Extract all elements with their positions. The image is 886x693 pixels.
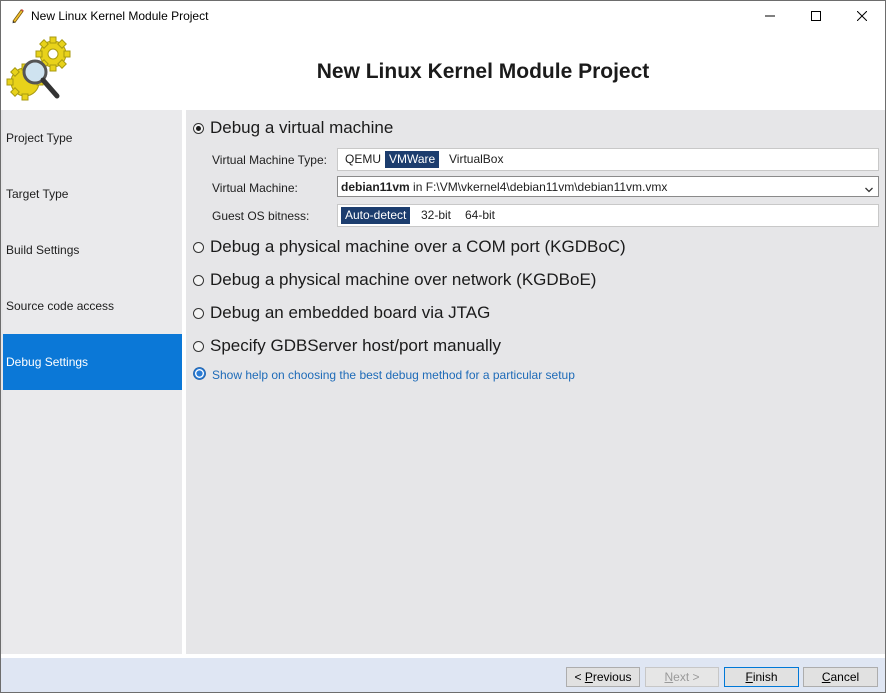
finish-button[interactable]: Finish bbox=[724, 667, 799, 687]
chevron-down-icon bbox=[865, 182, 873, 196]
vm-type-option-qemu[interactable]: QEMU bbox=[341, 151, 385, 168]
cancel-rest: ancel bbox=[830, 670, 860, 684]
debug-settings-panel: Debug a virtual machine Virtual Machine … bbox=[186, 110, 885, 654]
sidebar-item-target-type[interactable]: Target Type bbox=[3, 166, 182, 222]
next-mnemonic: N bbox=[664, 670, 674, 684]
page-title: New Linux Kernel Module Project bbox=[316, 60, 650, 83]
option-label: Debug a physical machine over network (K… bbox=[210, 270, 597, 289]
next-button[interactable]: Next > bbox=[645, 667, 719, 687]
sidebar-item-label: Source code access bbox=[6, 299, 115, 313]
next-rest: ext > bbox=[673, 670, 700, 684]
sidebar-item-label: Project Type bbox=[6, 131, 73, 145]
previous-mnemonic: P bbox=[584, 670, 593, 684]
vm-type-selector: QEMU VMWare VirtualBox bbox=[337, 148, 879, 171]
vm-type-label: Virtual Machine Type: bbox=[212, 153, 327, 167]
help-row: Show help on choosing the best debug met… bbox=[193, 367, 575, 383]
vm-dropdown[interactable]: debian11vm in F:\VM\vkernel4\debian11vm\… bbox=[337, 176, 879, 197]
vm-name: debian11vm bbox=[341, 180, 410, 194]
option-label: Debug an embedded board via JTAG bbox=[210, 303, 491, 322]
radio-button[interactable] bbox=[193, 307, 204, 319]
previous-rest: revious bbox=[592, 670, 632, 684]
option-label: Specify GDBServer host/port manually bbox=[210, 336, 502, 355]
vm-type-option-vmware[interactable]: VMWare bbox=[385, 151, 440, 168]
option-debug-jtag[interactable]: Debug an embedded board via JTAG bbox=[193, 302, 490, 324]
option-label: Debug a physical machine over a COM port… bbox=[210, 237, 626, 256]
bitness-selector: Auto-detect 32-bit 64-bit bbox=[337, 204, 879, 227]
bitness-row: Guest OS bitness: Auto-detect 32-bit 64-… bbox=[186, 203, 885, 229]
sidebar-item-source-code-access[interactable]: Source code access bbox=[3, 278, 182, 334]
sidebar-item-debug-settings[interactable]: Debug Settings bbox=[3, 334, 182, 390]
sidebar-item-label: Build Settings bbox=[6, 243, 80, 257]
vm-type-row: Virtual Machine Type: QEMU VMWare Virtua… bbox=[186, 147, 885, 173]
bitness-option-auto[interactable]: Auto-detect bbox=[341, 207, 411, 224]
vm-label: Virtual Machine: bbox=[212, 181, 298, 195]
wizard-window: New Linux Kernel Module Project New Linu… bbox=[0, 0, 886, 693]
vm-row: Virtual Machine: debian11vm in F:\VM\vke… bbox=[186, 175, 885, 201]
close-button[interactable] bbox=[839, 1, 885, 32]
sidebar-item-build-settings[interactable]: Build Settings bbox=[3, 222, 182, 278]
finish-rest: inish bbox=[752, 670, 778, 684]
close-icon bbox=[856, 10, 868, 24]
maximize-button[interactable] bbox=[793, 1, 839, 32]
help-icon bbox=[193, 367, 206, 383]
pencil-icon bbox=[10, 8, 26, 24]
bitness-option-64[interactable]: 64-bit bbox=[461, 207, 499, 224]
bitness-label: Guest OS bitness: bbox=[212, 209, 310, 223]
option-gdbserver-manual[interactable]: Specify GDBServer host/port manually bbox=[193, 335, 501, 357]
help-link[interactable]: Show help on choosing the best debug met… bbox=[212, 368, 575, 382]
wizard-sidebar: Project Type Target Type Build Settings … bbox=[3, 110, 182, 654]
title-bar: New Linux Kernel Module Project bbox=[1, 1, 885, 32]
radio-button[interactable] bbox=[193, 122, 204, 134]
window-title: New Linux Kernel Module Project bbox=[31, 9, 209, 23]
sidebar-item-project-type[interactable]: Project Type bbox=[3, 110, 182, 166]
previous-button[interactable]: < Previous bbox=[566, 667, 640, 687]
radio-button[interactable] bbox=[193, 241, 204, 253]
wizard-footer: < Previous Next > Finish Cancel bbox=[1, 658, 885, 692]
sidebar-item-label: Target Type bbox=[6, 187, 69, 201]
bitness-option-32[interactable]: 32-bit bbox=[417, 207, 455, 224]
radio-button[interactable] bbox=[193, 274, 204, 286]
minimize-button[interactable] bbox=[747, 1, 793, 32]
cancel-mnemonic: C bbox=[821, 670, 831, 684]
wizard-header: New Linux Kernel Module Project bbox=[1, 32, 885, 110]
vm-path: in F:\VM\vkernel4\debian11vm\debian11vm.… bbox=[409, 180, 668, 194]
maximize-icon bbox=[811, 10, 821, 24]
cancel-button[interactable]: Cancel bbox=[803, 667, 878, 687]
option-label: Debug a virtual machine bbox=[210, 118, 394, 137]
minimize-icon bbox=[765, 10, 775, 24]
option-debug-network[interactable]: Debug a physical machine over network (K… bbox=[193, 269, 596, 291]
vm-value: debian11vm in F:\VM\vkernel4\debian11vm\… bbox=[341, 180, 667, 194]
vm-type-option-virtualbox[interactable]: VirtualBox bbox=[445, 151, 507, 168]
finish-mnemonic: F bbox=[745, 670, 753, 684]
sidebar-item-label: Debug Settings bbox=[6, 355, 89, 369]
option-debug-vm[interactable]: Debug a virtual machine bbox=[193, 117, 393, 139]
option-debug-com[interactable]: Debug a physical machine over a COM port… bbox=[193, 236, 626, 258]
radio-button[interactable] bbox=[193, 340, 204, 352]
previous-prefix: < bbox=[574, 670, 585, 684]
